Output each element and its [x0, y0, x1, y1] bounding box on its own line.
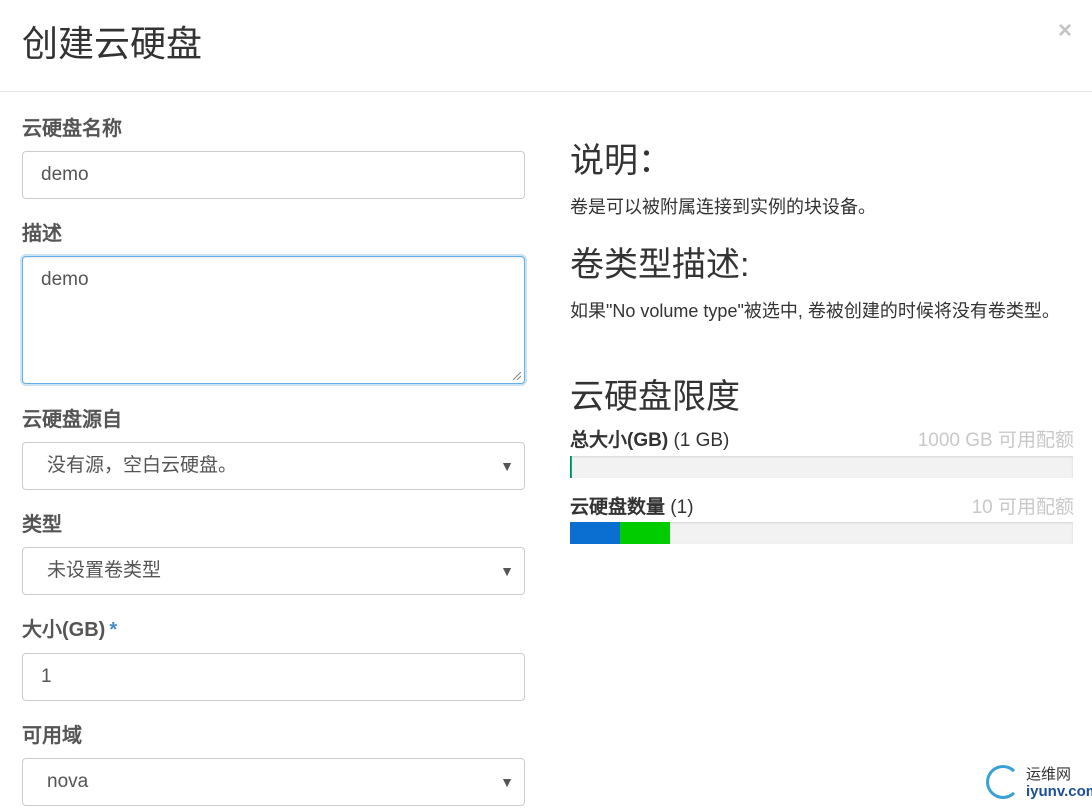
- quota-count-added-segment: [620, 522, 670, 544]
- quota-count-bar: [570, 522, 1073, 544]
- description-label: 描述: [22, 223, 62, 245]
- type-label: 类型: [22, 514, 62, 536]
- logo-ring-icon: [986, 765, 1020, 799]
- az-select[interactable]: nova ▼: [22, 758, 525, 806]
- required-mark: *: [109, 619, 118, 641]
- help-heading: 说明：: [570, 142, 672, 180]
- quota-size-available: 1000 GB 可用配额: [917, 430, 1074, 451]
- quota-count-used-segment: [570, 522, 620, 544]
- resize-handle-icon[interactable]: [513, 372, 521, 380]
- quota-count-available: 10 可用配额: [971, 497, 1074, 518]
- source-label: 云硬盘源自: [22, 409, 122, 431]
- modal-title: 创建云硬盘: [22, 23, 203, 64]
- chevron-down-icon: ▼: [500, 458, 514, 474]
- watermark-logo: 运维网 iyunv.com: [986, 763, 1092, 803]
- quota-size-added-segment: [571, 456, 572, 478]
- source-value: 没有源，空白云硬盘。: [47, 455, 238, 476]
- quota-count-row: 云硬盘数量 (1) 10 可用配额: [570, 495, 1074, 521]
- chevron-down-icon: ▼: [500, 563, 514, 579]
- quota-size-bar: [570, 456, 1073, 478]
- quota-count-used: (1): [670, 497, 694, 518]
- modal-header: 创建云硬盘 ×: [0, 0, 1092, 92]
- chevron-down-icon: ▼: [500, 774, 514, 790]
- limits-heading: 云硬盘限度: [570, 378, 740, 416]
- quota-size-used: (1 GB): [673, 430, 730, 451]
- quota-count-name: 云硬盘数量: [570, 497, 666, 518]
- type-help-heading: 卷类型描述:: [570, 246, 750, 284]
- type-value: 未设置卷类型: [47, 560, 162, 581]
- name-label: 云硬盘名称: [22, 118, 122, 140]
- close-icon[interactable]: ×: [1058, 18, 1072, 44]
- quota-size-name: 总大小(GB): [570, 430, 669, 451]
- size-input[interactable]: 1: [22, 653, 525, 701]
- type-select[interactable]: 未设置卷类型 ▼: [22, 547, 525, 595]
- description-value: demo: [41, 269, 89, 290]
- size-label-text: 大小(GB): [22, 619, 106, 641]
- az-label: 可用域: [22, 725, 82, 747]
- watermark-line2: iyunv.com: [1026, 783, 1092, 800]
- quota-size-row: 总大小(GB) (1 GB) 1000 GB 可用配额: [570, 428, 1074, 454]
- description-textarea[interactable]: demo: [22, 256, 525, 384]
- watermark-line1: 运维网: [1026, 766, 1072, 783]
- type-help-text: 如果"No volume type"被选中, 卷被创建的时候将没有卷类型。: [570, 301, 1060, 321]
- source-select[interactable]: 没有源，空白云硬盘。 ▼: [22, 442, 525, 490]
- size-label: 大小(GB) *: [22, 617, 117, 643]
- az-value: nova: [47, 771, 89, 792]
- help-text: 卷是可以被附属连接到实例的块设备。: [570, 197, 876, 217]
- name-input[interactable]: demo: [22, 151, 525, 199]
